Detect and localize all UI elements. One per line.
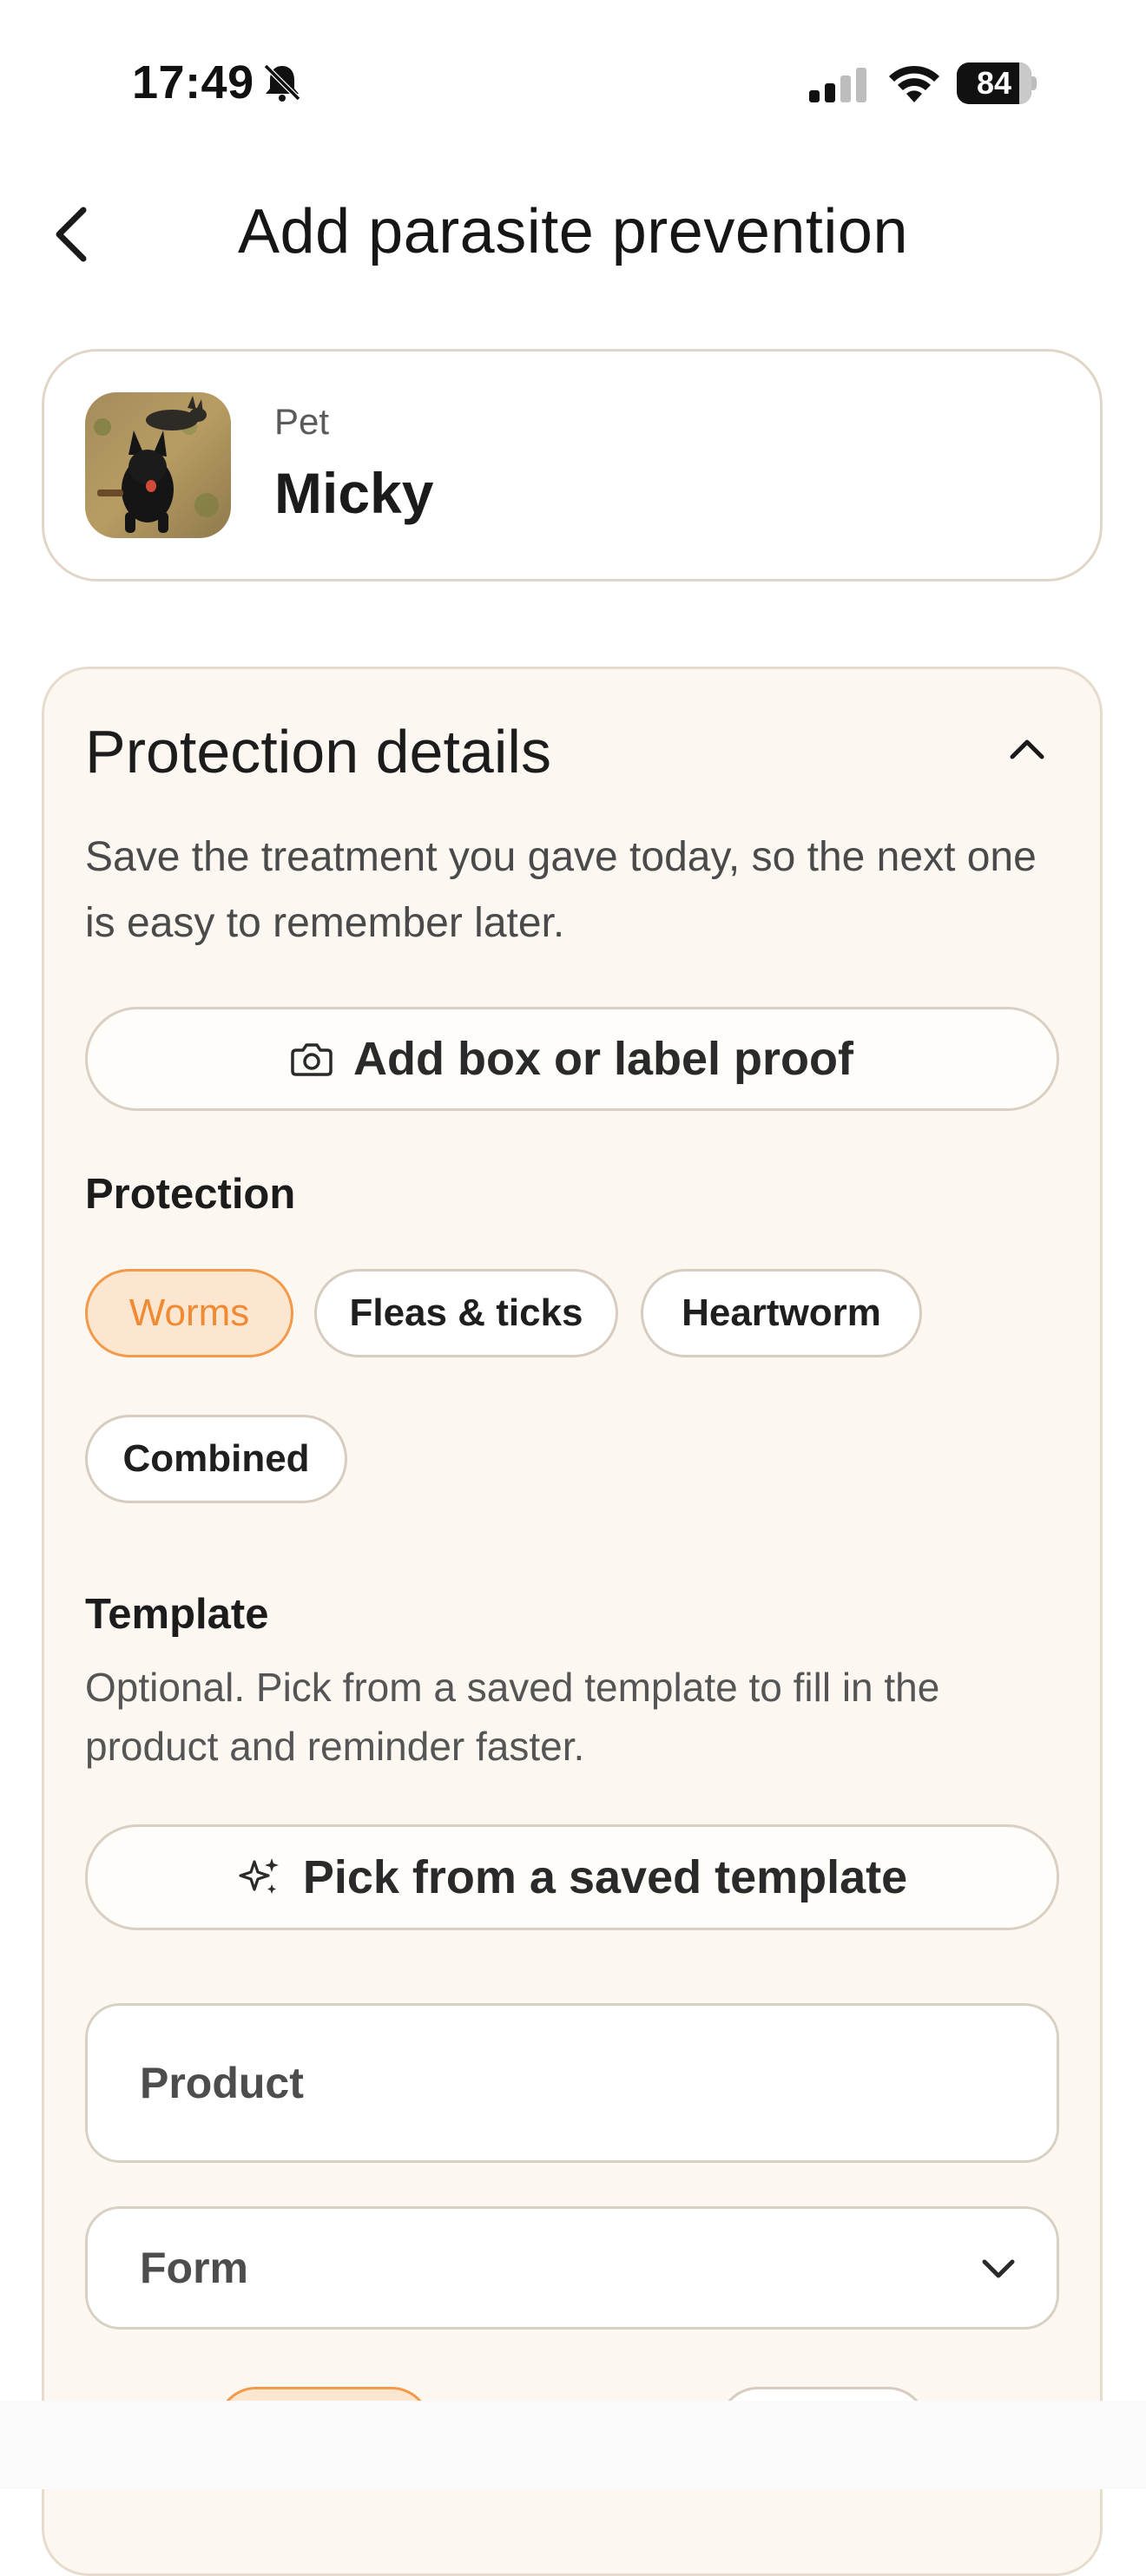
product-placeholder: Product: [140, 2059, 304, 2107]
battery-icon: 84: [957, 62, 1037, 104]
product-input[interactable]: Product: [85, 2003, 1059, 2163]
chip-worms[interactable]: Worms: [85, 1269, 293, 1357]
pet-avatar: [85, 392, 231, 538]
chip-heartworm[interactable]: Heartworm: [641, 1269, 922, 1357]
cellular-signal-icon: [809, 68, 866, 102]
template-description: Optional. Pick from a saved template to …: [85, 1665, 940, 1769]
template-label: Template: [85, 1591, 269, 1638]
chevron-down-icon: [982, 2259, 1015, 2278]
bell-slash-icon: [263, 63, 301, 102]
form-placeholder: Form: [140, 2244, 248, 2292]
section-description: Save the treatment you gave today, so th…: [85, 834, 1037, 946]
page-title: Add parasite prevention: [238, 197, 908, 266]
pick-template-label: Pick from a saved template: [302, 1851, 908, 1903]
add-proof-button[interactable]: Add box or label proof: [85, 1007, 1059, 1111]
section-title: Protection details: [85, 718, 551, 785]
chip-fleas-ticks[interactable]: Fleas & ticks: [314, 1269, 618, 1357]
battery-level: 84: [976, 65, 1012, 101]
protection-label: Protection: [85, 1171, 296, 1218]
add-proof-label: Add box or label proof: [353, 1033, 853, 1085]
bottom-safe-area: [0, 2401, 1146, 2489]
pet-name: Micky: [274, 461, 434, 525]
wifi-icon: [889, 65, 939, 102]
pet-label: Pet: [274, 401, 330, 442]
camera-icon: [291, 1043, 333, 1076]
form-select[interactable]: Form: [85, 2206, 1059, 2330]
chevron-up-icon[interactable]: [1007, 736, 1047, 762]
pick-template-button[interactable]: Pick from a saved template: [85, 1824, 1059, 1930]
status-time: 17:49: [132, 56, 254, 108]
sparkles-icon: [239, 1858, 279, 1894]
chip-combined[interactable]: Combined: [85, 1415, 347, 1503]
